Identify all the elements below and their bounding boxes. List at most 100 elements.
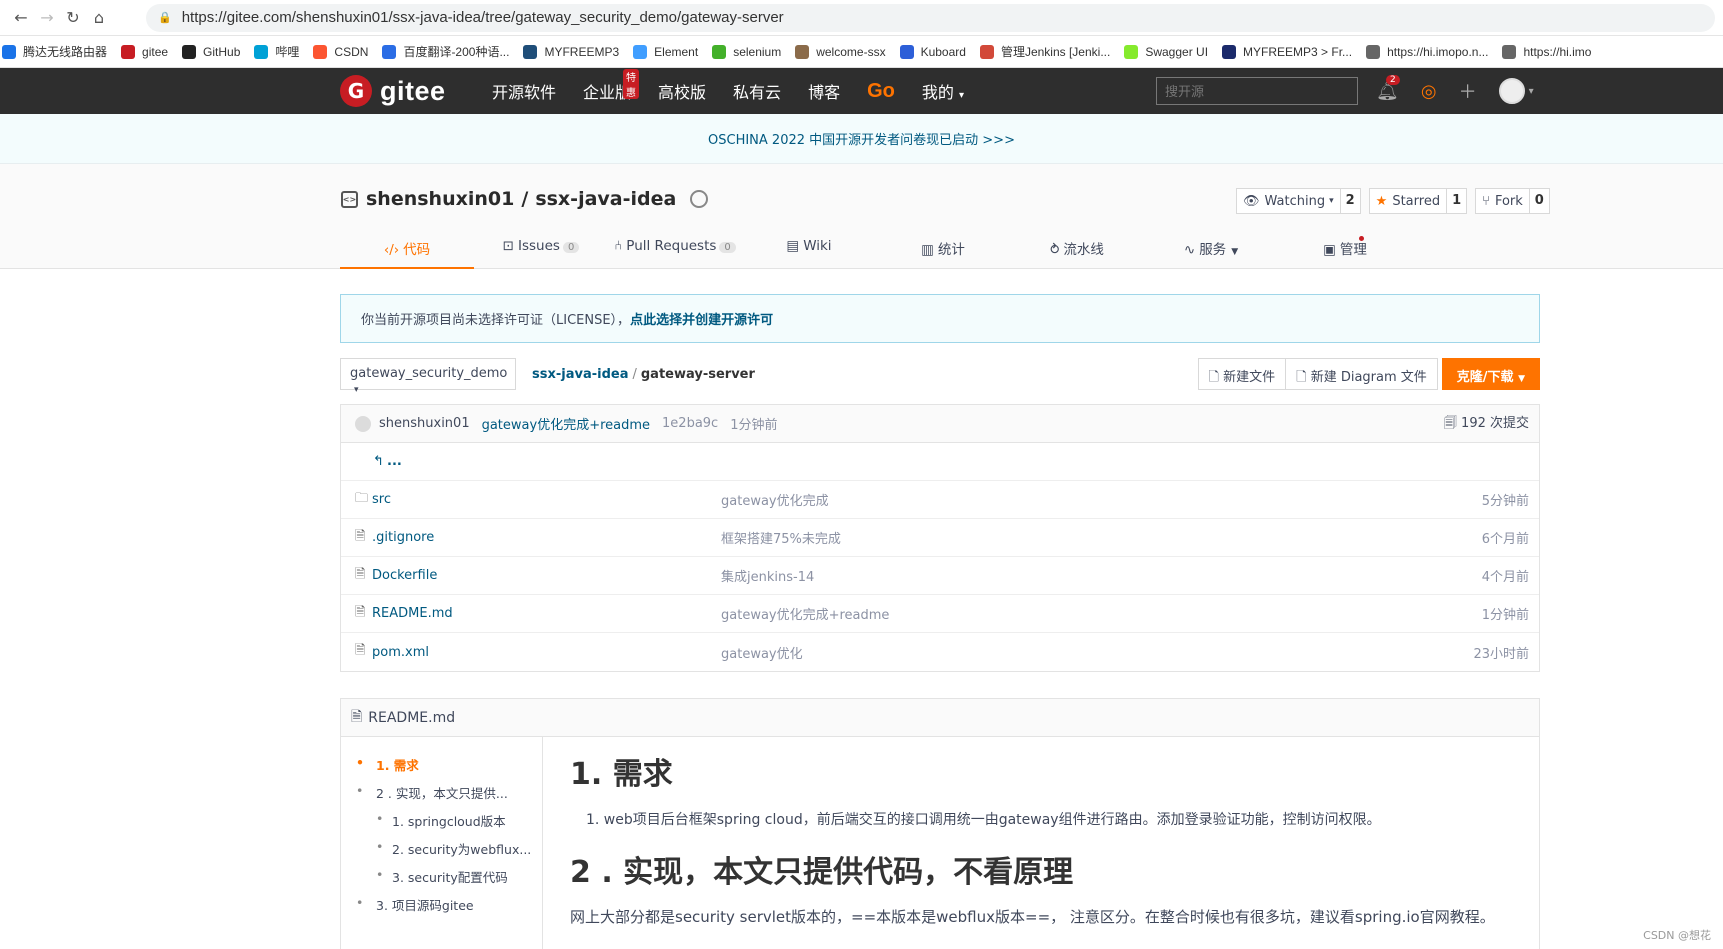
file-commit-message[interactable]: gateway优化 xyxy=(721,643,803,662)
bookmark-item[interactable]: https://hi.imopo.n... xyxy=(1366,44,1488,59)
tab-label: Wiki xyxy=(803,238,832,254)
tab-service[interactable]: ∿ 服务 ▼ xyxy=(1144,224,1278,269)
file-commit-time: 6个月前 xyxy=(1481,532,1529,547)
fork-label: Fork xyxy=(1494,193,1523,209)
announcement-banner[interactable]: OSCHINA 2022 中国开源开发者问卷现已启动 >>> xyxy=(0,114,1723,164)
clone-download-button[interactable]: 克隆/下载 ▼ xyxy=(1441,358,1540,390)
file-commit-message[interactable]: gateway优化完成+readme xyxy=(721,604,889,623)
bookmark-item[interactable]: https://hi.imo xyxy=(1502,44,1591,59)
home-icon[interactable]: ⌂ xyxy=(86,8,112,27)
file-commit-message[interactable]: 集成jenkins-14 xyxy=(721,566,814,585)
file-row[interactable]: 🗎︎ Dockerfile 集成jenkins-14 4个月前 xyxy=(341,557,1539,595)
tab-pr[interactable]: ⑃ Pull Requests 0 xyxy=(608,224,742,269)
forward-icon[interactable]: → xyxy=(34,8,60,27)
bookmark-item[interactable]: Kuboard xyxy=(899,44,966,59)
project-actions: 👁︎ Watching ▾ 2 ★ Starred 1 ⑂ Fork 0 xyxy=(1236,188,1558,214)
back-icon[interactable]: ← xyxy=(8,8,34,27)
file-row[interactable]: 🗀︎ src gateway优化完成 5分钟前 xyxy=(341,481,1539,519)
file-name[interactable]: README.md xyxy=(372,606,453,621)
history-icon: 🗐︎ xyxy=(1443,415,1462,431)
new-file-button[interactable]: 🗋︎ 新建文件 xyxy=(1197,358,1287,390)
commit-message[interactable]: gateway优化完成+readme xyxy=(482,414,650,433)
bookmark-item[interactable]: Swagger UI xyxy=(1124,44,1208,59)
nav-go[interactable]: Go xyxy=(867,80,895,103)
nav-open-source[interactable]: 开源软件 xyxy=(492,79,556,103)
bookmark-item[interactable]: MYFREEMP3 > Fr... xyxy=(1222,44,1352,59)
bulb-icon[interactable]: ◎ xyxy=(1421,81,1437,102)
bookmarks-bar: 腾达无线路由器 gitee GitHub 哔哩 CSDN 百度翻译-200种语... MYF… xyxy=(0,36,1723,68)
bookmark-item[interactable]: welcome-ssx xyxy=(795,44,886,59)
toc-item[interactable]: 2 . 实现，本文只提供... xyxy=(341,783,542,811)
toc-item[interactable]: 3. 项目源码gitee xyxy=(341,895,542,923)
tab-issues[interactable]: ⊡ Issues 0 xyxy=(474,224,608,269)
file-row[interactable]: 🗎︎ .gitignore 框架搭建75%未完成 6个月前 xyxy=(341,519,1539,557)
file-name[interactable]: .gitignore xyxy=(372,530,434,545)
bookmark-item[interactable]: selenium xyxy=(712,44,781,59)
bookmark-item[interactable]: 腾达无线路由器 xyxy=(2,43,107,60)
header-search-input[interactable] xyxy=(1156,77,1358,105)
commit-count-text: 192 次提交 xyxy=(1461,415,1529,431)
bookmark-item[interactable]: Element xyxy=(633,44,698,59)
bookmark-item[interactable]: gitee xyxy=(121,44,168,59)
file-row[interactable]: 🗎︎ pom.xml gateway优化 23小时前 xyxy=(341,633,1539,671)
file-name[interactable]: Dockerfile xyxy=(372,568,437,583)
nav-blog[interactable]: 博客 xyxy=(808,79,840,103)
nav-university[interactable]: 高校版 xyxy=(658,79,706,103)
bell-icon[interactable]: 🔔︎ 2 xyxy=(1376,74,1400,102)
watermark: CSDN @想花 xyxy=(1643,929,1711,942)
bookmark-item[interactable]: 哔哩 xyxy=(254,43,299,60)
tab-code[interactable]: ‹/› 代码 xyxy=(340,224,474,269)
fork-button[interactable]: ⑂ Fork 0 xyxy=(1475,188,1550,214)
bookmark-item[interactable]: MYFREEMP3 xyxy=(523,44,619,59)
commit-author[interactable]: shenshuxin01 xyxy=(379,416,470,431)
nav-private-cloud[interactable]: 私有云 xyxy=(733,79,781,103)
star-button[interactable]: ★ Starred 1 xyxy=(1368,188,1468,214)
tab-wiki[interactable]: ▤ Wiki xyxy=(742,224,876,269)
project-name[interactable]: ssx-java-idea xyxy=(535,188,676,210)
plus-icon[interactable]: ＋ xyxy=(1459,78,1477,104)
new-diagram-button[interactable]: 🗋︎ 新建 Diagram 文件 xyxy=(1285,358,1438,390)
file-commit-message[interactable]: 框架搭建75%未完成 xyxy=(721,528,841,547)
reload-icon[interactable]: ↻ xyxy=(60,8,86,27)
tab-pipeline[interactable]: ⥁ 流水线 xyxy=(1010,224,1144,269)
project-owner[interactable]: shenshuxin01 xyxy=(366,188,514,210)
user-avatar[interactable] xyxy=(1498,78,1525,104)
main-nav: 开源软件 企业版 特惠 高校版 私有云 博客 Go 我的 ▾ xyxy=(492,68,991,114)
star-count[interactable]: 1 xyxy=(1446,189,1466,213)
chevron-down-icon: ▾ xyxy=(958,90,964,101)
fork-count[interactable]: 0 xyxy=(1528,189,1549,213)
file-name[interactable]: src xyxy=(372,492,391,507)
toc-item[interactable]: 1. 需求 xyxy=(341,755,542,783)
gitee-logo[interactable]: G gitee xyxy=(340,75,446,107)
branch-select[interactable]: gateway_security_demo ▾ xyxy=(340,358,516,395)
nav-enterprise[interactable]: 企业版 特惠 xyxy=(583,69,640,103)
commit-avatar[interactable] xyxy=(355,415,371,432)
url-field[interactable]: 🔒 https://gitee.com/shenshuxin01/ssx-jav… xyxy=(146,3,1715,32)
bookmark-item[interactable]: GitHub xyxy=(182,44,240,59)
toc-item[interactable]: 2. security为webflux... xyxy=(341,839,542,867)
kuboard-icon xyxy=(899,44,914,59)
toolbar-buttons: 🗋︎ 新建文件 🗋︎ 新建 Diagram 文件 克隆/下载 ▼ xyxy=(1197,358,1540,390)
breadcrumb-root[interactable]: ssx-java-idea xyxy=(532,367,628,382)
license-link[interactable]: 点此选择并创建开源许可 xyxy=(630,309,773,328)
bookmark-item[interactable]: CSDN xyxy=(313,44,368,59)
csdn-icon xyxy=(313,44,328,59)
nav-mine[interactable]: 我的 ▾ xyxy=(922,79,964,103)
avatar-chevron-icon[interactable]: ▾ xyxy=(1529,86,1534,97)
file-commit-message[interactable]: gateway优化完成 xyxy=(721,490,829,509)
watch-count[interactable]: 2 xyxy=(1339,189,1360,213)
file-row[interactable]: 🗎︎ README.md gateway优化完成+readme 1分钟前 xyxy=(341,595,1539,633)
bookmark-item[interactable]: 百度翻译-200种语... xyxy=(382,43,509,60)
commit-count[interactable]: 🗐︎ 192 次提交 xyxy=(1444,412,1529,436)
bookmark-item[interactable]: 管理Jenkins [Jenki... xyxy=(979,43,1110,60)
toc-item[interactable]: 3. security配置代码 xyxy=(341,867,542,895)
parent-dir-row[interactable]: ↰ ... xyxy=(341,443,1539,481)
tab-manage[interactable]: ▣ 管理 xyxy=(1278,224,1412,269)
fork-icon: ⑂ xyxy=(1482,193,1490,209)
file-name[interactable]: pom.xml xyxy=(372,645,429,660)
toc-item[interactable]: 1. springcloud版本 xyxy=(341,811,542,839)
parent-dir-link[interactable]: ... xyxy=(387,454,402,469)
commit-sha[interactable]: 1e2ba9c xyxy=(662,416,718,431)
watch-button[interactable]: 👁︎ Watching ▾ 2 xyxy=(1236,188,1361,214)
tab-stats[interactable]: ▥ 统计 xyxy=(876,224,1010,269)
